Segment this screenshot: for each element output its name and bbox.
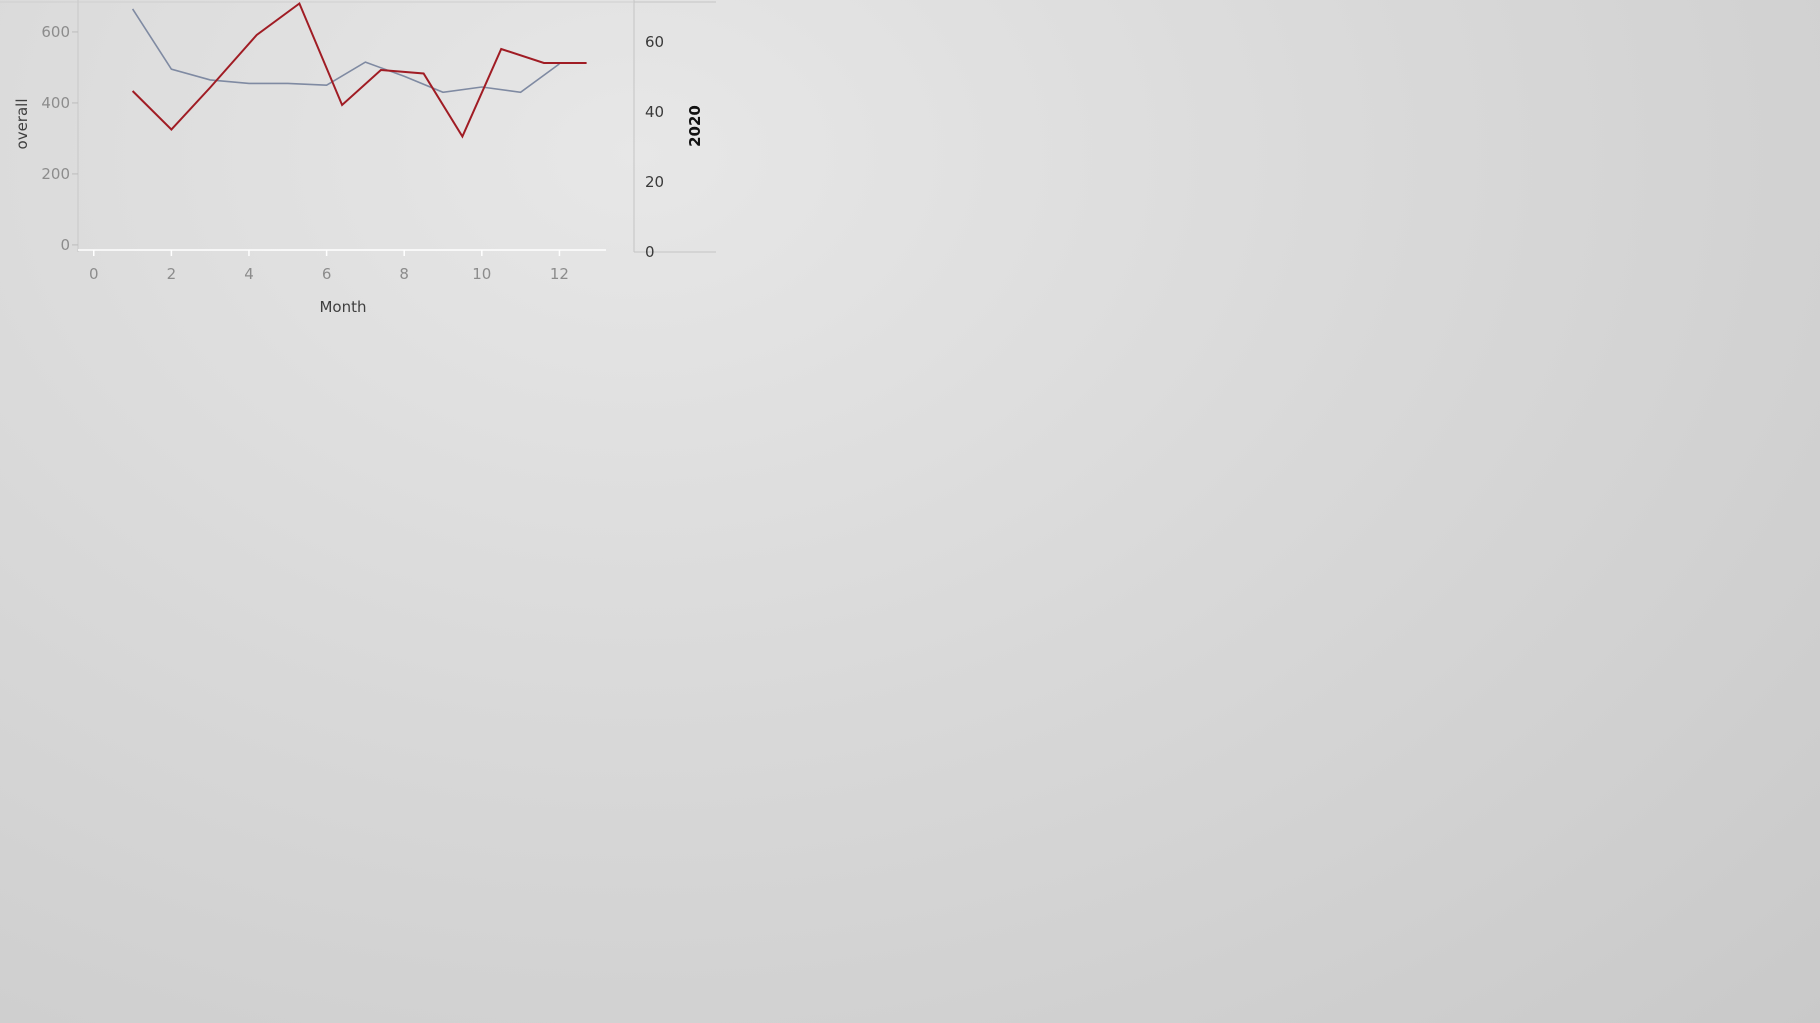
x-axis-title: Month bbox=[319, 298, 366, 316]
x-tick-label: 6 bbox=[322, 265, 332, 283]
y-left-tick-label: 200 bbox=[41, 165, 70, 183]
x-tick-label: 4 bbox=[244, 265, 254, 283]
x-tick-label: 0 bbox=[89, 265, 99, 283]
y-left-tick-label: 600 bbox=[41, 23, 70, 41]
dual-axis-line-chart: 020040060002040600 2 4 6 8 10 12 Month overall… bbox=[0, 0, 716, 316]
y-right-tick-label: 0 bbox=[645, 243, 655, 261]
y-axis-right-title: 2020 bbox=[686, 105, 704, 147]
y-left-tick-label: 0 bbox=[60, 236, 70, 254]
x-tick-label: 8 bbox=[399, 265, 409, 283]
tick-labels: 020040060002040600 2 4 6 8 10 12 bbox=[41, 23, 664, 283]
y-right-tick-label: 40 bbox=[645, 103, 664, 121]
x-tick-label: 2 bbox=[167, 265, 177, 283]
series-lines bbox=[131, 1, 587, 139]
series-line-right bbox=[131, 1, 587, 139]
x-tick-label: 12 bbox=[550, 265, 569, 283]
y-right-tick-label: 20 bbox=[645, 173, 664, 191]
y-axis-left-title: overall bbox=[13, 99, 31, 150]
y-left-tick-label: 400 bbox=[41, 94, 70, 112]
x-tick-label: 10 bbox=[472, 265, 491, 283]
y-right-tick-label: 60 bbox=[645, 33, 664, 51]
series-line-left bbox=[131, 8, 560, 94]
axes bbox=[0, 0, 716, 256]
